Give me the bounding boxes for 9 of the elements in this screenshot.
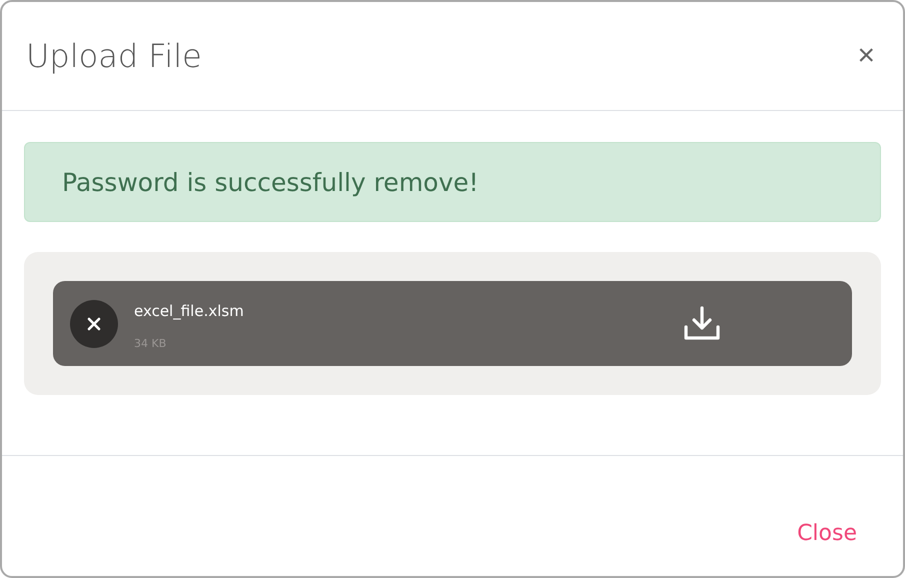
close-link[interactable]: Close bbox=[797, 521, 857, 546]
file-name: excel_file.xlsm bbox=[134, 302, 245, 320]
success-alert: Password is successfully remove! bbox=[24, 142, 881, 222]
close-icon bbox=[87, 316, 101, 330]
close-button[interactable]: × bbox=[853, 41, 879, 71]
dialog-title: Upload File bbox=[26, 37, 202, 75]
download-button[interactable] bbox=[682, 304, 722, 342]
remove-file-button[interactable] bbox=[70, 300, 118, 348]
download-icon bbox=[682, 304, 722, 342]
